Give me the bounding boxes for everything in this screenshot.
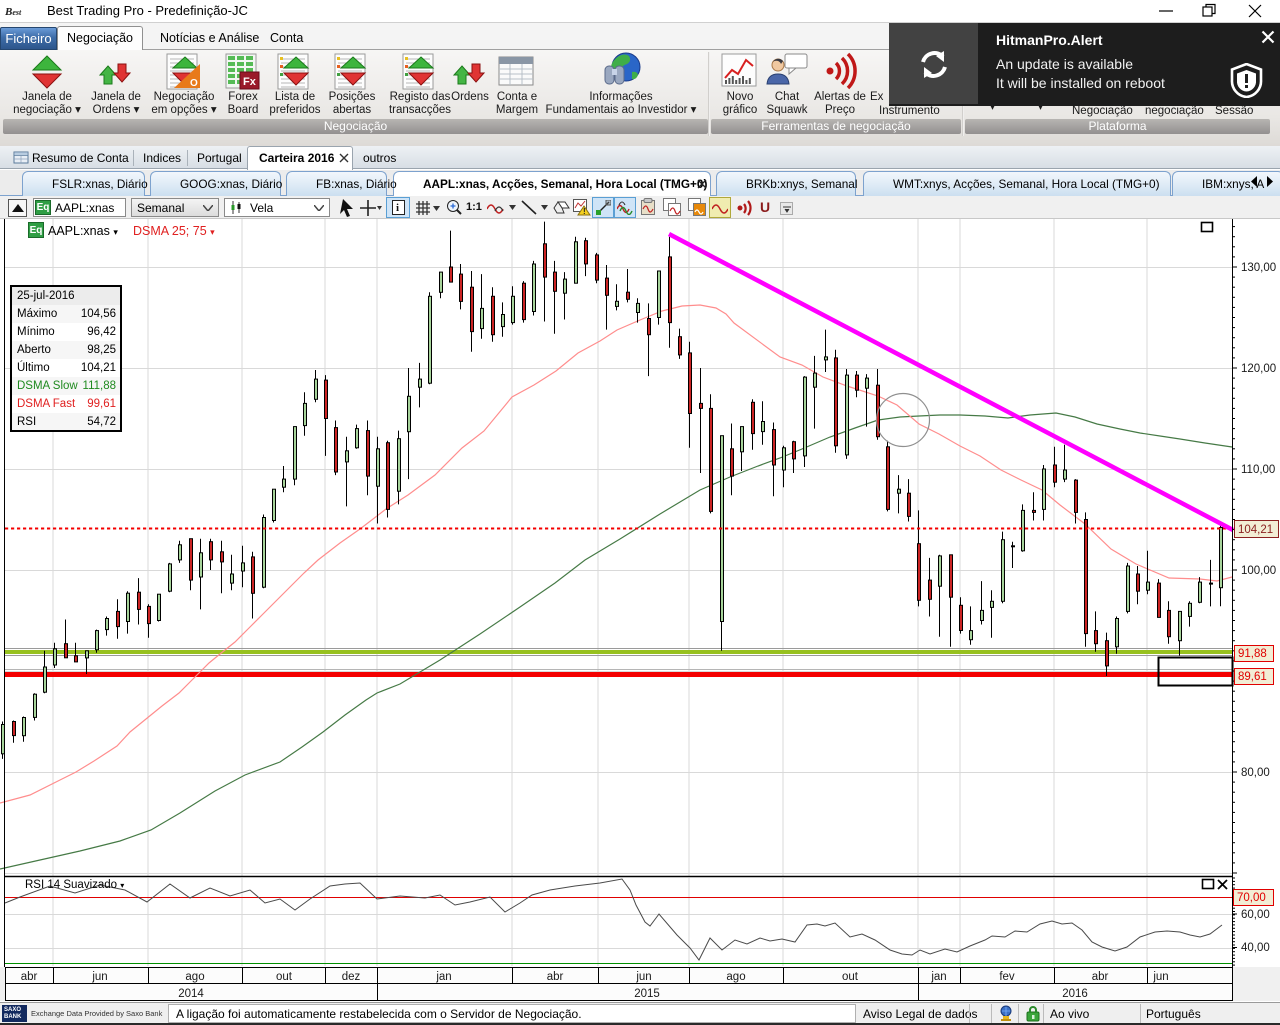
svg-text:jan: jan [435, 971, 451, 983]
svg-text:abr: abr [21, 971, 38, 983]
svg-text:abr: abr [547, 971, 564, 983]
svg-text:40,00: 40,00 [1241, 942, 1270, 954]
svg-text:dez: dez [342, 971, 361, 983]
svg-text:ago: ago [726, 971, 745, 983]
svg-text:91,88: 91,88 [1238, 648, 1267, 660]
svg-text:jan: jan [930, 971, 946, 983]
svg-text:110,00: 110,00 [1241, 464, 1275, 476]
svg-text:130,00: 130,00 [1241, 262, 1276, 274]
svg-text:fev: fev [999, 971, 1015, 983]
svg-text:2015: 2015 [634, 988, 660, 1000]
svg-text:jun: jun [635, 971, 651, 983]
svg-text:2016: 2016 [1062, 988, 1088, 1000]
svg-text:60,00: 60,00 [1241, 909, 1270, 921]
svg-text:out: out [276, 971, 293, 983]
svg-text:100,00: 100,00 [1241, 565, 1276, 577]
svg-text:jun: jun [91, 971, 107, 983]
svg-text:abr: abr [1092, 971, 1109, 983]
svg-text:out: out [842, 971, 859, 983]
svg-text:ago: ago [185, 971, 204, 983]
svg-text:104,21: 104,21 [1238, 524, 1273, 536]
svg-text:89,61: 89,61 [1238, 671, 1267, 683]
svg-text:jun: jun [1152, 971, 1168, 983]
svg-text:70,00: 70,00 [1237, 892, 1266, 904]
svg-text:2014: 2014 [178, 988, 204, 1000]
svg-text:120,00: 120,00 [1241, 363, 1276, 375]
svg-text:80,00: 80,00 [1241, 767, 1270, 779]
